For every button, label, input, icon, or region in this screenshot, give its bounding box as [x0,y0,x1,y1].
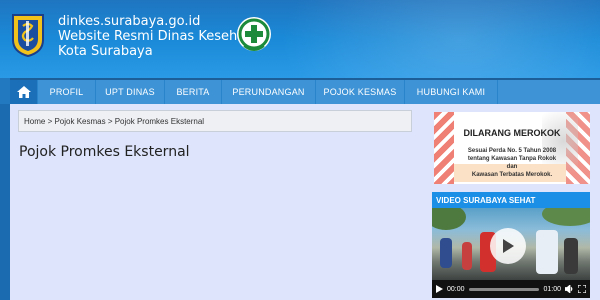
video-heading: VIDEO SURABAYA SEHAT [432,192,590,208]
bakti-husada-logo-icon [237,17,271,51]
video-time-current: 00:00 [447,285,465,293]
video-scene-tree [542,208,590,226]
surabaya-crest-icon[interactable] [10,12,46,58]
nav-item-profil[interactable]: PROFIL [38,80,96,104]
banner-heading: DILARANG MEROKOK [463,128,561,138]
nav-menu: PROFIL UPT DINAS BERITA PERUNDANGAN POJO… [10,78,600,104]
main-content: Home > Pojok Kesmas > Pojok Promkes Ekst… [10,104,422,300]
nav-item-perundangan[interactable]: PERUNDANGAN [222,80,316,104]
banner-line-3: dan [506,164,518,170]
home-icon [16,86,31,98]
video-scene-person [536,230,558,274]
banner-line-1: Sesuai Perda No. 5 Tahun 2008 [467,148,557,154]
nav-item-berita[interactable]: BERITA [165,80,222,104]
video-time-total: 01:00 [543,285,561,293]
nav-item-hubungi-kami[interactable]: HUBUNGI KAMI [405,80,498,104]
banner-line-2: tentang Kawasan Tanpa Rokok [467,156,557,162]
site-header: dinkes.surabaya.go.id Website Resmi Dina… [0,0,600,78]
video-player[interactable] [432,208,590,280]
video-scene-person [440,238,452,268]
video-scene-person [462,242,472,270]
play-small-icon[interactable] [436,285,443,293]
video-scene-person [564,238,578,274]
play-button[interactable] [490,228,526,264]
banner-line-4: Kawasan Terbatas Merokok. [471,172,553,178]
breadcrumb[interactable]: Home > Pojok Kesmas > Pojok Promkes Ekst… [18,110,412,132]
video-controls: 00:00 01:00 [432,280,590,298]
volume-icon[interactable] [565,285,574,293]
header-glow [280,0,600,78]
sidebar: DILARANG MEROKOK Sesuai Perda No. 5 Tahu… [422,104,600,300]
banner-text: Sesuai Perda No. 5 Tahun 2008 tentang Ka… [434,147,590,179]
page-title: Pojok Promkes Eksternal [19,144,190,160]
nav-item-upt-dinas[interactable]: UPT DINAS [96,80,165,104]
play-icon [503,239,514,253]
video-progress-bar[interactable] [468,287,540,291]
nav-home-button[interactable] [10,80,38,104]
no-smoking-banner[interactable]: DILARANG MEROKOK Sesuai Perda No. 5 Tahu… [434,112,590,184]
nav-item-pojok-kesmas[interactable]: POJOK KESMAS [316,80,405,104]
video-widget: VIDEO SURABAYA SEHAT 00:00 01:00 [432,192,590,298]
video-scene-tree [432,208,466,230]
main-navbar: PROFIL UPT DINAS BERITA PERUNDANGAN POJO… [0,78,600,104]
fullscreen-icon[interactable] [578,285,586,293]
